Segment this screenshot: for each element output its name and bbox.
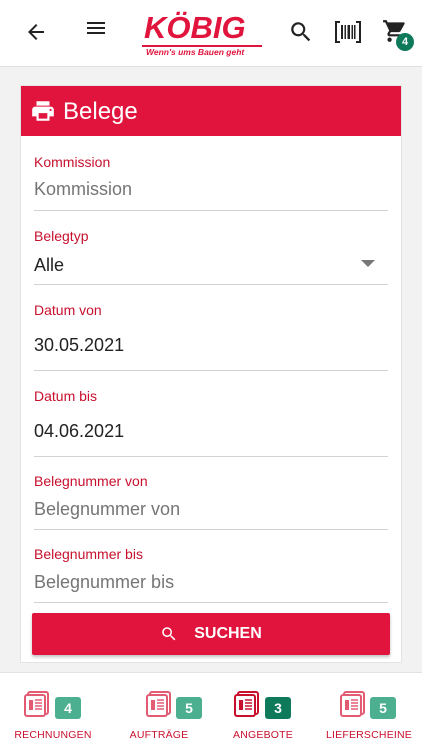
belegtyp-value: Alle [34,255,65,275]
datum-von-underline [34,370,388,371]
datum-bis-label: Datum bis [34,388,98,404]
nav-label: AUFTRÄGE [129,729,189,741]
nav-item-auftraege[interactable]: 5 AUFTRÄGE [104,673,210,751]
top-app-bar: KÖBIG Wenn's ums Bauen geht 4 [0,0,422,67]
datum-bis-value: 04.06.2021 [34,421,125,441]
card-header: Belege [21,86,401,136]
datum-von-label: Datum von [34,302,102,318]
nav-count-badge: 5 [176,697,202,719]
kommission-input[interactable] [34,178,364,200]
nav-label: RECHNUNGEN [14,729,92,741]
nav-count-badge: 3 [265,697,291,719]
belegnummer-bis-underline [34,602,388,603]
belegnummer-bis-field: Belegnummer bis [34,546,388,604]
belege-card: Belege Kommission Belegtyp Alle Datum vo… [20,85,402,663]
document-stack-icon [146,691,174,722]
nav-item-angebote[interactable]: 3 ANGEBOTE [212,673,318,751]
menu-icon[interactable] [82,14,110,42]
printer-icon [29,98,57,124]
dropdown-arrow-icon [358,256,378,272]
belegnummer-von-input[interactable] [34,498,364,520]
nav-item-rechnungen[interactable]: 4 RECHNUNGEN [0,673,106,751]
datum-von-field[interactable]: Datum von 30.05.2021 [34,302,388,372]
document-stack-icon [24,691,52,722]
search-button-label: SUCHEN [194,625,262,642]
search-icon[interactable] [286,17,316,47]
datum-bis-field[interactable]: Datum bis 04.06.2021 [34,388,388,458]
kommission-field: Kommission [34,154,388,212]
nav-label: ANGEBOTE [233,729,293,741]
barcode-scanner-icon[interactable] [332,17,364,47]
cart-count-badge: 4 [396,33,414,51]
document-stack-icon [234,691,262,722]
belegtyp-select[interactable]: Belegtyp Alle [34,228,388,286]
search-button[interactable]: SUCHEN [32,613,390,655]
search-icon [160,625,178,643]
nav-count-badge: 5 [370,697,396,719]
belegtyp-label: Belegtyp [34,228,89,244]
belegnummer-bis-input[interactable] [34,571,364,593]
datum-bis-underline [34,456,388,457]
belegnummer-von-label: Belegnummer von [34,473,148,489]
back-arrow-icon[interactable] [22,18,50,46]
kommission-underline [34,210,388,211]
nav-label: LIEFERSCHEINE [325,729,413,741]
bottom-navigation: 4 RECHNUNGEN 5 AUFTRÄGE 3 ANGEBOTE 5 LIE… [0,672,422,751]
belegtyp-underline [34,284,388,285]
kommission-label: Kommission [34,154,111,170]
belegnummer-von-underline [34,529,388,530]
koebig-logo[interactable]: KÖBIG Wenn's ums Bauen geht [140,10,266,58]
datum-von-value: 30.05.2021 [34,335,125,355]
belegnummer-von-field: Belegnummer von [34,473,388,531]
logo-word: KÖBIG [144,10,246,45]
document-stack-icon [340,691,368,722]
nav-count-badge: 4 [55,697,81,719]
belegnummer-bis-label: Belegnummer bis [34,546,143,562]
nav-item-lieferscheine[interactable]: 5 LIEFERSCHEINE [316,673,422,751]
logo-tagline: Wenn's ums Bauen geht [146,47,245,57]
card-title: Belege [63,98,138,125]
